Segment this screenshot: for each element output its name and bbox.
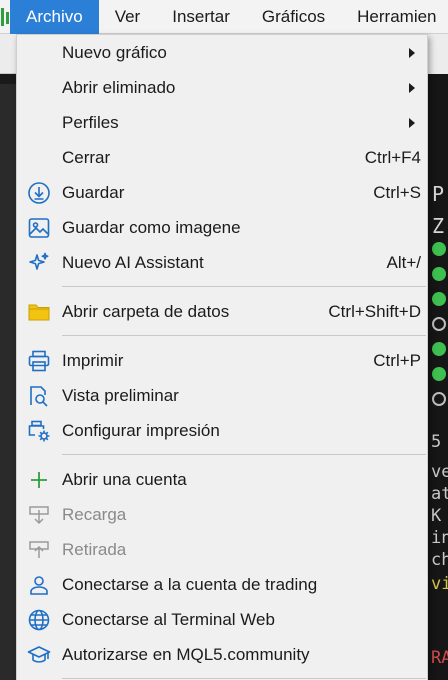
menu-item-cerrar[interactable]: Cerrar Ctrl+F4 bbox=[17, 140, 427, 175]
menu-item-vista-preliminar[interactable]: Vista preliminar bbox=[17, 378, 427, 413]
menu-item-guardar-como-imagen[interactable]: Guardar como imagene bbox=[17, 210, 427, 245]
background-text: RA bbox=[431, 648, 448, 668]
background-text: ch bbox=[431, 550, 448, 570]
menu-separator bbox=[62, 286, 426, 287]
submenu-arrow-icon bbox=[409, 83, 415, 93]
check-icon bbox=[432, 242, 446, 256]
menu-item-label: Conectarse a la cuenta de trading bbox=[62, 575, 318, 594]
menu-item-configurar-impresion[interactable]: Configurar impresión bbox=[17, 413, 427, 448]
submenu-arrow-icon bbox=[409, 48, 415, 58]
background-text: ve bbox=[431, 462, 448, 482]
background-right-toolbar bbox=[428, 34, 448, 74]
menu-item-label: Conectarse al Terminal Web bbox=[62, 610, 275, 629]
menu-herramientas[interactable]: Herramien bbox=[341, 0, 448, 34]
printer-icon bbox=[25, 347, 53, 375]
menu-item-guardar[interactable]: Guardar Ctrl+S bbox=[17, 175, 427, 210]
check-icon bbox=[432, 367, 446, 381]
background-text: 5 bbox=[431, 432, 442, 452]
graduation-cap-icon bbox=[25, 641, 53, 669]
menu-item-label: Configurar impresión bbox=[62, 421, 220, 440]
background-text: vi bbox=[431, 574, 448, 594]
menu-item-label: Abrir eliminado bbox=[62, 78, 176, 97]
menu-item-shortcut: Alt+/ bbox=[386, 253, 422, 272]
image-icon bbox=[25, 214, 53, 242]
menu-item-label: Abrir carpeta de datos bbox=[62, 302, 230, 321]
menu-item-label: Guardar como imagene bbox=[62, 218, 241, 237]
menu-item-shortcut: Ctrl+Shift+D bbox=[328, 302, 421, 321]
menu-insertar[interactable]: Insertar bbox=[156, 0, 246, 34]
menu-item-conectar-terminal-web[interactable]: Conectarse al Terminal Web bbox=[17, 602, 427, 637]
app-icon bbox=[0, 0, 10, 34]
circle-icon bbox=[432, 317, 446, 331]
print-preview-icon bbox=[25, 382, 53, 410]
menu-item-abrir-carpeta-datos[interactable]: Abrir carpeta de datos Ctrl+Shift+D bbox=[17, 294, 427, 329]
menu-item-label: Perfiles bbox=[62, 113, 119, 132]
withdraw-icon bbox=[25, 536, 53, 564]
menu-item-nuevo-ai-assistant[interactable]: Nuevo AI Assistant Alt+/ bbox=[17, 245, 427, 280]
background-text: at bbox=[431, 484, 448, 504]
sparkle-icon bbox=[25, 249, 53, 277]
folder-icon bbox=[25, 298, 53, 326]
menu-archivo[interactable]: Archivo bbox=[10, 0, 99, 34]
menu-item-label: Nuevo gráfico bbox=[62, 43, 167, 62]
globe-icon bbox=[25, 606, 53, 634]
background-right-panel: P Z 5 ve at K in ch vi RA bbox=[428, 34, 448, 680]
menu-item-label: Abrir una cuenta bbox=[62, 470, 187, 489]
check-icon bbox=[432, 292, 446, 306]
menu-item-label: Autorizarse en MQL5.community bbox=[62, 645, 310, 664]
menu-item-recarga[interactable]: Recarga bbox=[17, 497, 427, 532]
check-icon bbox=[432, 342, 446, 356]
deposit-icon bbox=[25, 501, 53, 529]
menu-separator bbox=[62, 335, 426, 336]
menu-item-nuevo-grafico[interactable]: Nuevo gráfico bbox=[17, 35, 427, 70]
background-text: P bbox=[432, 182, 445, 206]
menu-item-label: Guardar bbox=[62, 183, 125, 202]
menu-item-autorizarse-mql5[interactable]: Autorizarse en MQL5.community bbox=[17, 637, 427, 672]
plus-icon bbox=[25, 466, 53, 494]
menu-item-label: Recarga bbox=[62, 505, 127, 524]
menu-item-shortcut: Ctrl+P bbox=[373, 351, 421, 370]
menu-item-shortcut: Ctrl+F4 bbox=[364, 148, 421, 167]
menu-graficos[interactable]: Gráficos bbox=[246, 0, 341, 34]
menu-item-abrir-eliminado[interactable]: Abrir eliminado bbox=[17, 70, 427, 105]
menu-item-retirada[interactable]: Retirada bbox=[17, 532, 427, 567]
menu-ver[interactable]: Ver bbox=[99, 0, 157, 34]
menu-item-imprimir[interactable]: Imprimir Ctrl+P bbox=[17, 343, 427, 378]
archivo-dropdown-menu: Nuevo gráfico Abrir eliminado Perfiles C… bbox=[16, 34, 428, 680]
menu-item-shortcut: Ctrl+S bbox=[373, 183, 421, 202]
user-icon bbox=[25, 571, 53, 599]
circle-icon bbox=[432, 392, 446, 406]
background-text: K bbox=[431, 506, 442, 526]
background-text: Z bbox=[432, 214, 445, 238]
background-text: in bbox=[431, 528, 448, 548]
menu-item-label: Retirada bbox=[62, 540, 127, 559]
menu-separator bbox=[62, 454, 426, 455]
menu-item-abrir-cuenta[interactable]: Abrir una cuenta bbox=[17, 462, 427, 497]
check-icon bbox=[432, 267, 446, 281]
print-settings-icon bbox=[25, 417, 53, 445]
menu-bar: Archivo Ver Insertar Gráficos Herramien bbox=[0, 0, 448, 34]
menu-separator bbox=[62, 678, 426, 679]
menu-item-conectar-cuenta-trading[interactable]: Conectarse a la cuenta de trading bbox=[17, 567, 427, 602]
menu-item-label: Cerrar bbox=[62, 148, 111, 167]
menu-item-perfiles[interactable]: Perfiles bbox=[17, 105, 427, 140]
menu-item-label: Vista preliminar bbox=[62, 386, 179, 405]
menu-item-label: Imprimir bbox=[62, 351, 124, 370]
save-icon bbox=[25, 179, 53, 207]
submenu-arrow-icon bbox=[409, 118, 415, 128]
menu-item-label: Nuevo AI Assistant bbox=[62, 253, 204, 272]
